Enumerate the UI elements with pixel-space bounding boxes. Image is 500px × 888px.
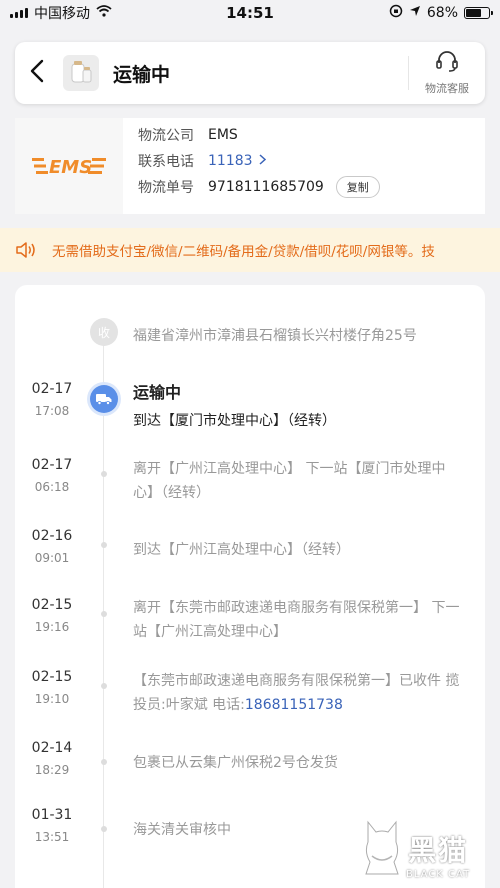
phone-label: 联系电话 bbox=[138, 154, 194, 170]
event-date: 02-14 bbox=[31, 740, 73, 756]
event-dot bbox=[101, 683, 107, 689]
tracking-label: 物流单号 bbox=[138, 180, 194, 196]
back-button[interactable] bbox=[15, 42, 59, 104]
svg-text:EMS: EMS bbox=[49, 157, 92, 177]
event-text: 到达【广州江高处理中心】（经转） bbox=[133, 542, 350, 558]
carrier-info-panel: EMS 物流公司 EMS 联系电话 11183 物流单号 97181116857… bbox=[15, 118, 485, 214]
company-value: EMS bbox=[208, 127, 238, 143]
current-event-text: 到达【厦门市处理中心】（经转） bbox=[133, 413, 336, 429]
event-text: 离开【东莞市邮政速递电商服务有限保税第一】 下一站【广州江高处理中心】 bbox=[133, 600, 460, 640]
event-dot bbox=[101, 542, 107, 548]
carrier-phone-value: 11183 bbox=[208, 153, 253, 169]
event-date: 02-15 bbox=[31, 669, 73, 685]
cat-logo-icon bbox=[362, 818, 402, 880]
tracking-number: 9718111685709 bbox=[208, 179, 324, 195]
event-time: 13:51 bbox=[34, 830, 70, 844]
notice-text: 无需借助支付宝/微信/二维码/备用金/贷款/借呗/花呗/网银等。技 bbox=[52, 244, 435, 260]
ems-logo: EMS bbox=[15, 118, 123, 214]
signal-icon bbox=[10, 8, 28, 18]
event-date: 02-17 bbox=[31, 381, 73, 397]
watermark-en: BLACK CAT bbox=[406, 869, 471, 880]
event-dot bbox=[101, 471, 107, 477]
phone-row: 联系电话 11183 bbox=[138, 148, 485, 174]
event-text: 【东莞市邮政速递电商服务有限保税第一】已收件 揽投员:叶家斌 电话:186811… bbox=[133, 669, 463, 717]
product-thumbnail[interactable] bbox=[63, 55, 99, 91]
page-title: 运输中 bbox=[113, 63, 171, 86]
tracking-timeline: 收 福建省漳州市漳浦县石榴镇长兴村楼仔角25号 02-17 17:08 运输中 … bbox=[15, 285, 485, 888]
event-dot bbox=[101, 759, 107, 765]
status-bar-left: 中国移动 bbox=[10, 3, 112, 23]
event-dot bbox=[101, 826, 107, 832]
event-time: 17:08 bbox=[34, 404, 70, 418]
orientation-lock-icon bbox=[389, 4, 403, 22]
battery-percent: 68% bbox=[426, 5, 458, 21]
service-label: 物流客服 bbox=[425, 82, 469, 95]
courier-phone-link[interactable]: 18681151738 bbox=[245, 697, 343, 713]
chevron-right-icon bbox=[259, 153, 266, 169]
status-bar: 中国移动 14:51 68% bbox=[0, 0, 500, 26]
event-date: 02-17 bbox=[31, 457, 73, 473]
event-date: 01-31 bbox=[31, 807, 73, 823]
receiver-address: 福建省漳州市漳浦县石榴镇长兴村楼仔角25号 bbox=[133, 328, 417, 344]
receiver-badge: 收 bbox=[90, 318, 118, 346]
company-label: 物流公司 bbox=[138, 128, 194, 144]
clock: 14:51 bbox=[226, 4, 274, 22]
black-cat-watermark: 黑猫 BLACK CAT bbox=[362, 810, 492, 880]
status-bar-right: 68% bbox=[389, 4, 493, 22]
chevron-left-icon bbox=[30, 59, 44, 87]
current-status: 运输中 bbox=[133, 383, 182, 402]
event-text: 包裹已从云集广州保税2号仓发货 bbox=[133, 755, 338, 771]
tracking-row: 物流单号 9718111685709 复制 bbox=[138, 174, 485, 200]
event-time: 19:10 bbox=[34, 692, 70, 706]
event-time: 18:29 bbox=[34, 763, 70, 777]
carrier-phone-link[interactable]: 11183 bbox=[208, 153, 266, 169]
event-date: 02-15 bbox=[31, 597, 73, 613]
event-dot bbox=[101, 611, 107, 617]
location-icon bbox=[409, 5, 421, 21]
event-time: 06:18 bbox=[34, 480, 70, 494]
truck-icon bbox=[90, 385, 118, 413]
event-time: 19:16 bbox=[34, 620, 70, 634]
wifi-icon bbox=[96, 5, 112, 21]
headset-icon bbox=[435, 50, 459, 76]
carrier-details: 物流公司 EMS 联系电话 11183 物流单号 9718111685709 复… bbox=[123, 118, 485, 214]
watermark-text: 黑猫 BLACK CAT bbox=[406, 829, 470, 880]
company-row: 物流公司 EMS bbox=[138, 122, 485, 148]
event-text: 离开【广州江高处理中心】 下一站【厦门市处理中心】（经转） bbox=[133, 461, 446, 501]
event-time: 09:01 bbox=[34, 551, 70, 565]
speaker-icon bbox=[0, 241, 52, 259]
header-bar: 运输中 物流客服 bbox=[15, 42, 485, 104]
carrier-name: 中国移动 bbox=[34, 6, 90, 22]
battery-icon bbox=[464, 7, 493, 19]
copy-button[interactable]: 复制 bbox=[335, 176, 380, 198]
notice-banner: 无需借助支付宝/微信/二维码/备用金/贷款/借呗/花呗/网银等。技 bbox=[0, 228, 500, 272]
logistics-service-button[interactable]: 物流客服 bbox=[409, 42, 485, 104]
event-date: 02-16 bbox=[31, 528, 73, 544]
watermark-cn: 黑猫 bbox=[408, 834, 469, 867]
